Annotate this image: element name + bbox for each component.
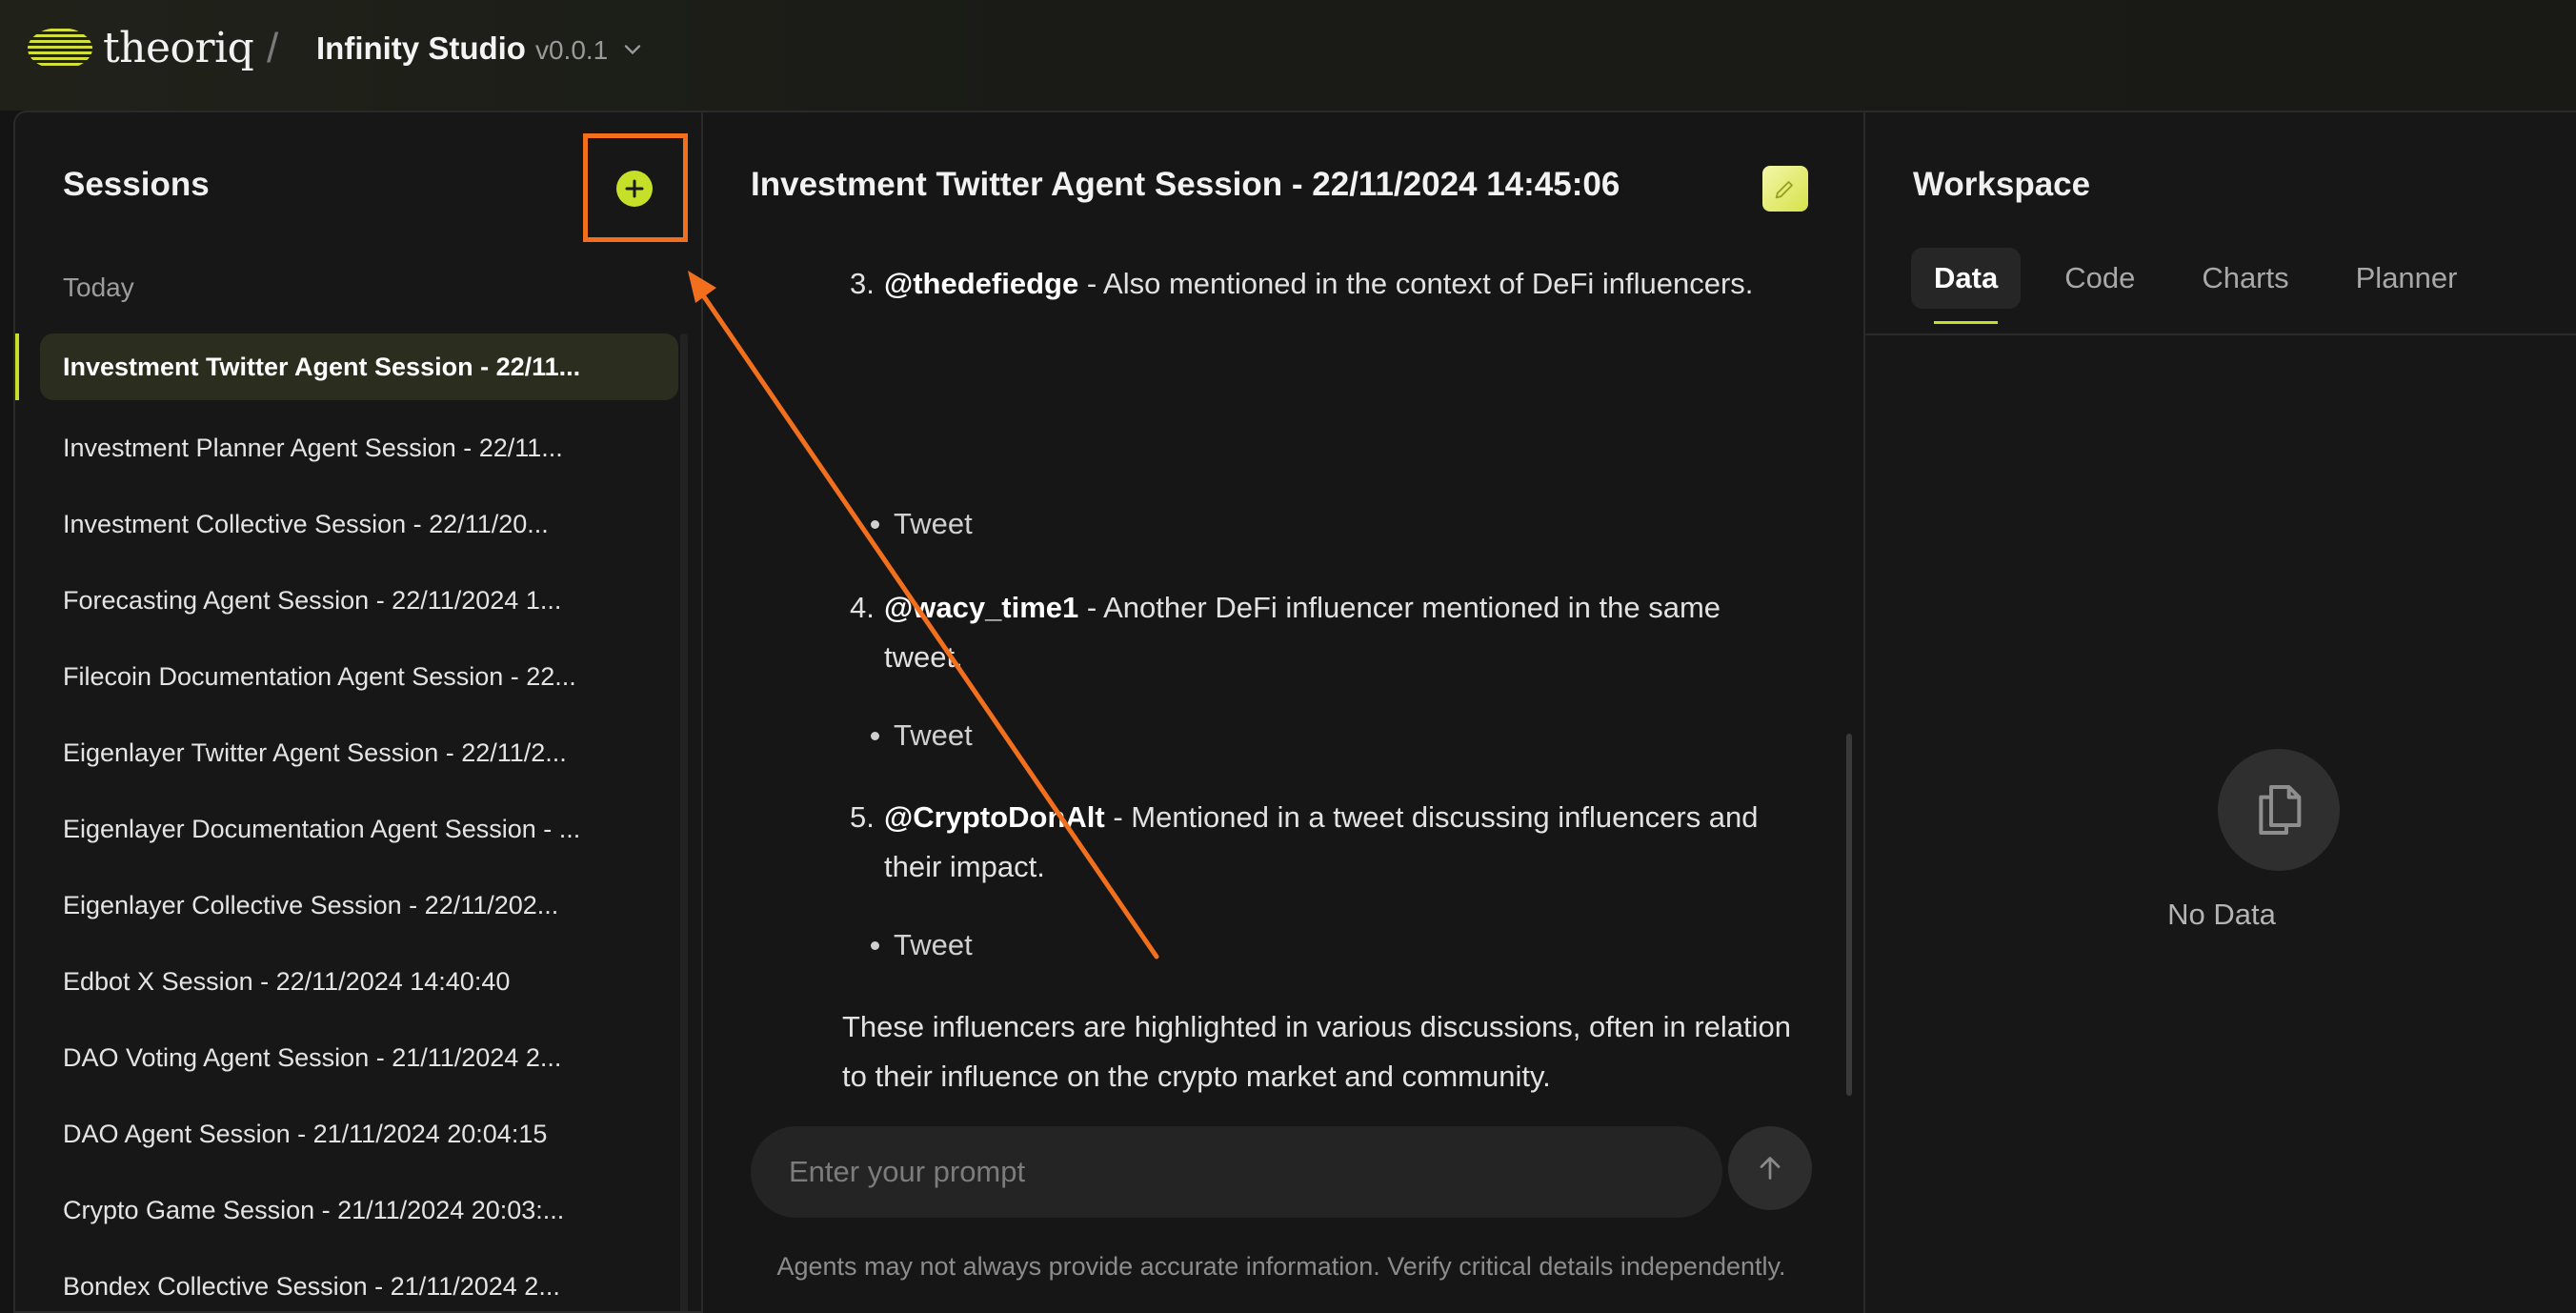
session-item[interactable]: Eigenlayer Documentation Agent Session -… <box>40 791 678 867</box>
edit-session-button[interactable] <box>1762 166 1808 212</box>
brand-logo[interactable]: theoriq <box>27 24 254 72</box>
send-button[interactable] <box>1728 1126 1812 1210</box>
session-title: Investment Twitter Agent Session - 22/11… <box>751 166 1620 203</box>
disclaimer-text: Agents may not always provide accurate i… <box>776 1252 1786 1281</box>
session-item[interactable]: Investment Planner Agent Session - 22/11… <box>40 410 678 486</box>
twitter-handle: @thedefiedge <box>884 267 1079 300</box>
active-session-indicator <box>15 333 19 400</box>
chat-scrollbar[interactable] <box>1846 734 1852 1096</box>
arrow-up-icon <box>1760 1157 1781 1180</box>
prompt-input[interactable] <box>751 1126 1722 1218</box>
copy-icon <box>2259 785 2302 835</box>
empty-state-text: No Data <box>2167 898 2276 931</box>
top-bar: theoriq / Infinity Studio v0.0.1 <box>0 0 2576 111</box>
session-list: Investment Twitter Agent Session - 22/11… <box>40 333 678 1311</box>
session-item-active[interactable]: Investment Twitter Agent Session - 22/11… <box>40 333 678 400</box>
plus-icon <box>625 179 644 198</box>
workspace-panel: Workspace Data Code Charts Planner No Da… <box>1863 111 2576 1313</box>
session-item[interactable]: Investment Collective Session - 22/11/20… <box>40 486 678 562</box>
session-item[interactable]: Forecasting Agent Session - 22/11/2024 1… <box>40 562 678 638</box>
studio-selector[interactable]: Infinity Studio v0.0.1 <box>316 30 641 67</box>
sessions-scrollbar[interactable] <box>680 333 688 1311</box>
tab-charts[interactable]: Charts <box>2179 248 2311 309</box>
sessions-panel: Sessions Today Investment Twitter Agent … <box>13 111 703 1313</box>
sessions-title: Sessions <box>63 166 210 203</box>
session-item[interactable]: Crypto Game Session - 21/11/2024 20:03:.… <box>40 1172 678 1248</box>
brand-name: theoriq <box>103 24 254 72</box>
tab-code[interactable]: Code <box>2042 248 2158 309</box>
session-item[interactable]: DAO Voting Agent Session - 21/11/2024 2.… <box>40 1020 678 1096</box>
message-summary: These influencers are highlighted in var… <box>842 1010 1792 1093</box>
empty-state-icon <box>2218 749 2340 871</box>
tweet-link[interactable]: Tweet <box>871 711 973 760</box>
list-number: 3. <box>850 267 875 300</box>
twitter-handle: @wacy_time1 <box>884 591 1079 624</box>
studio-version: v0.0.1 <box>534 35 609 65</box>
workspace-title: Workspace <box>1913 166 2091 203</box>
list-item-text: - Also mentioned in the context of DeFi … <box>1078 267 1754 300</box>
studio-name: Infinity Studio <box>316 30 526 66</box>
tabs-divider <box>1865 333 2576 335</box>
edit-icon <box>1775 181 1793 199</box>
list-number: 5. <box>850 800 875 834</box>
session-item[interactable]: Eigenlayer Collective Session - 22/11/20… <box>40 867 678 943</box>
twitter-handle: @CryptoDonAlt <box>884 800 1105 834</box>
list-number: 4. <box>850 591 875 624</box>
chat-panel: Investment Twitter Agent Session - 22/11… <box>703 111 1865 1313</box>
list-item: 3. @thedefiedge - Also mentioned in the … <box>850 259 1780 309</box>
session-item[interactable]: Eigenlayer Twitter Agent Session - 22/11… <box>40 715 678 791</box>
session-item[interactable]: Edbot X Session - 22/11/2024 14:40:40 <box>40 943 678 1020</box>
tab-planner[interactable]: Planner <box>2333 248 2481 309</box>
tweet-link[interactable]: Tweet <box>871 499 973 549</box>
session-item[interactable]: DAO Agent Session - 21/11/2024 20:04:15 <box>40 1096 678 1172</box>
new-session-button[interactable] <box>616 171 653 207</box>
list-item: 4. @wacy_time1 - Another DeFi influencer… <box>850 583 1780 682</box>
session-item[interactable]: Filecoin Documentation Agent Session - 2… <box>40 638 678 715</box>
workspace-tabs: Data Code Charts Planner <box>1911 248 2501 324</box>
tweet-link[interactable]: Tweet <box>871 920 973 970</box>
breadcrumb-separator: / <box>267 25 279 71</box>
list-item: 5. @CryptoDonAlt - Mentioned in a tweet … <box>850 793 1780 892</box>
chevron-down-icon[interactable] <box>619 36 646 63</box>
tab-data[interactable]: Data <box>1911 248 2022 324</box>
session-group-label: Today <box>63 273 134 302</box>
session-item[interactable]: Bondex Collective Session - 21/11/2024 2… <box>40 1248 678 1311</box>
new-session-highlight <box>583 133 688 242</box>
theoriq-logo-icon <box>28 29 92 66</box>
